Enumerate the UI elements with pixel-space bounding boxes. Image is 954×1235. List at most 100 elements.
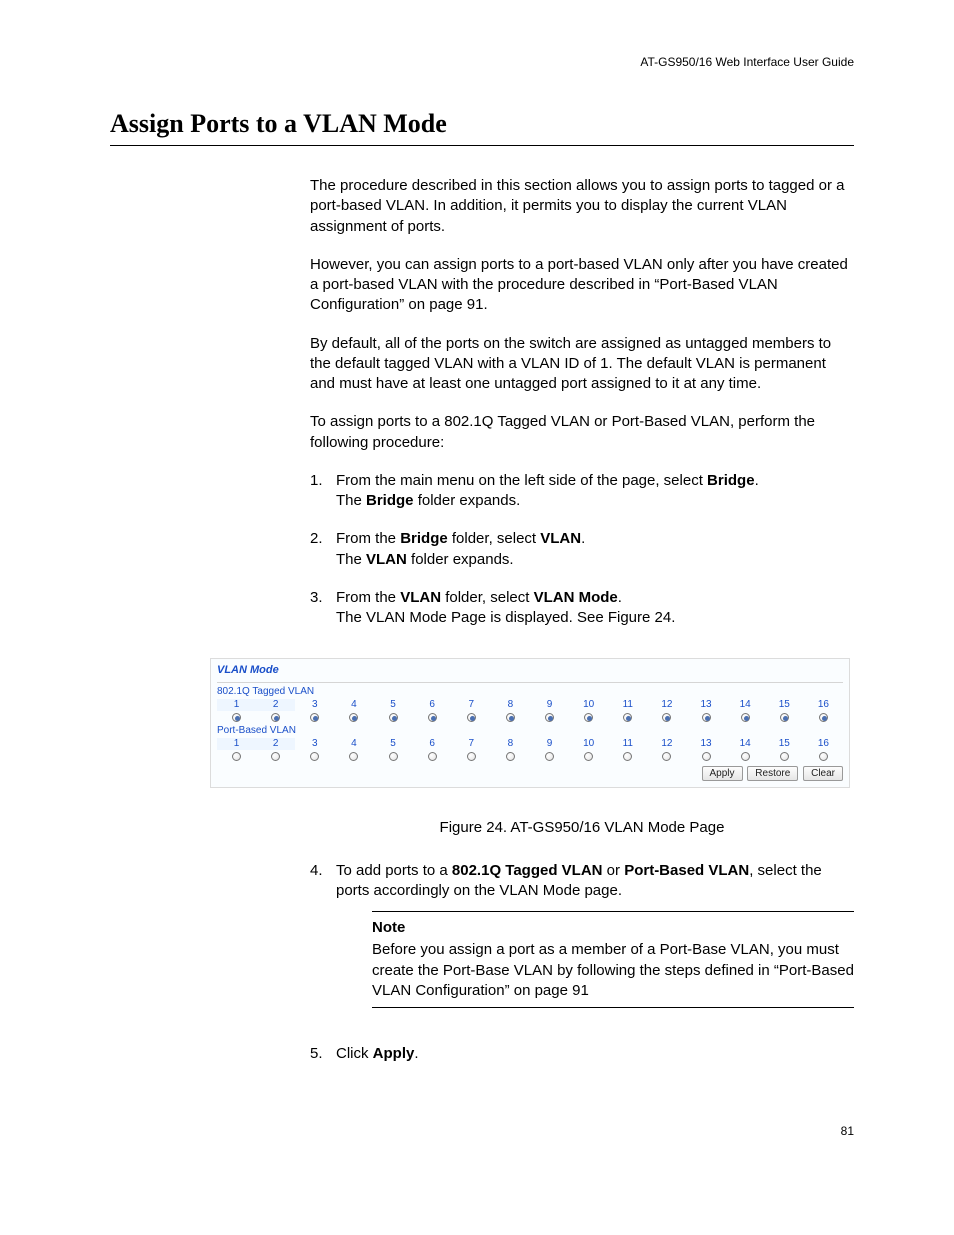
port-radio[interactable] (413, 712, 452, 723)
port-radio[interactable] (217, 712, 256, 723)
port-radio[interactable] (765, 712, 804, 723)
port-radio[interactable] (726, 712, 765, 723)
port-radio[interactable] (804, 751, 843, 762)
port-header-cell: 9 (530, 699, 569, 711)
radio-unselected-icon (662, 752, 671, 761)
port-radio[interactable] (413, 751, 452, 762)
radio-unselected-icon (819, 752, 828, 761)
step-3: 3. From the VLAN folder, select VLAN Mod… (310, 588, 854, 629)
port-header-cell: 16 (804, 738, 843, 750)
port-radio[interactable] (804, 712, 843, 723)
vlan-mode-panel: VLAN Mode 802.1Q Tagged VLAN 12345678910… (210, 658, 850, 788)
vlan-button-row: Apply Restore Clear (217, 766, 843, 781)
port-radio[interactable] (217, 751, 256, 762)
radio-selected-icon (819, 713, 828, 722)
port-radio[interactable] (569, 751, 608, 762)
step-5: 5. Click Apply. (310, 1044, 854, 1064)
port-radio[interactable] (295, 751, 334, 762)
port-radio[interactable] (334, 712, 373, 723)
body-column: The procedure described in this section … (310, 176, 854, 628)
radio-selected-icon (662, 713, 671, 722)
port-radio[interactable] (374, 751, 413, 762)
port-radio[interactable] (608, 751, 647, 762)
port-header-cell: 11 (608, 738, 647, 750)
portbased-radio-row (217, 751, 843, 762)
port-radio[interactable] (569, 712, 608, 723)
page-title: Assign Ports to a VLAN Mode (110, 109, 854, 146)
radio-unselected-icon (310, 752, 319, 761)
port-radio[interactable] (452, 712, 491, 723)
port-header-cell: 14 (726, 738, 765, 750)
port-header-cell: 5 (374, 738, 413, 750)
procedure-steps: 1. From the main menu on the left side o… (310, 471, 854, 629)
radio-unselected-icon (741, 752, 750, 761)
port-header-cell: 3 (295, 699, 334, 711)
port-radio[interactable] (647, 712, 686, 723)
page: AT-GS950/16 Web Interface User Guide Ass… (0, 0, 954, 1188)
step-number: 5. (310, 1044, 336, 1064)
port-header-cell: 4 (334, 699, 373, 711)
radio-unselected-icon (467, 752, 476, 761)
port-header-cell: 7 (452, 699, 491, 711)
port-header-cell: 1 (217, 738, 256, 750)
radio-unselected-icon (623, 752, 632, 761)
port-radio[interactable] (647, 751, 686, 762)
port-radio[interactable] (374, 712, 413, 723)
radio-selected-icon (623, 713, 632, 722)
apply-button[interactable]: Apply (702, 766, 743, 781)
port-header-cell: 12 (647, 699, 686, 711)
port-header-cell: 15 (765, 738, 804, 750)
radio-unselected-icon (584, 752, 593, 761)
port-radio[interactable] (530, 712, 569, 723)
port-radio[interactable] (608, 712, 647, 723)
radio-selected-icon (584, 713, 593, 722)
radio-selected-icon (428, 713, 437, 722)
page-number: 81 (110, 1124, 854, 1138)
radio-unselected-icon (232, 752, 241, 761)
port-header-cell: 15 (765, 699, 804, 711)
body-column-lower: Figure 24. AT-GS950/16 VLAN Mode Page 4.… (310, 818, 854, 1064)
port-header-cell: 14 (726, 699, 765, 711)
port-radio[interactable] (295, 712, 334, 723)
radio-unselected-icon (545, 752, 554, 761)
port-header-cell: 13 (687, 699, 726, 711)
port-radio[interactable] (530, 751, 569, 762)
figure-caption: Figure 24. AT-GS950/16 VLAN Mode Page (310, 818, 854, 838)
header-doc-title: AT-GS950/16 Web Interface User Guide (110, 55, 854, 69)
port-header-cell: 7 (452, 738, 491, 750)
port-radio[interactable] (491, 712, 530, 723)
port-radio[interactable] (491, 751, 530, 762)
port-radio[interactable] (687, 712, 726, 723)
radio-selected-icon (702, 713, 711, 722)
tagged-radio-row (217, 712, 843, 723)
clear-button[interactable]: Clear (803, 766, 843, 781)
port-radio[interactable] (765, 751, 804, 762)
restore-button[interactable]: Restore (747, 766, 798, 781)
vlan-mode-figure: VLAN Mode 802.1Q Tagged VLAN 12345678910… (210, 658, 850, 788)
radio-unselected-icon (428, 752, 437, 761)
port-radio[interactable] (687, 751, 726, 762)
radio-unselected-icon (780, 752, 789, 761)
port-radio[interactable] (334, 751, 373, 762)
step-2: 2. From the Bridge folder, select VLAN. … (310, 529, 854, 570)
port-radio[interactable] (726, 751, 765, 762)
radio-selected-icon (467, 713, 476, 722)
port-radio[interactable] (256, 751, 295, 762)
note-bottom-rule (372, 1007, 854, 1008)
step-4: 4. To add ports to a 802.1Q Tagged VLAN … (310, 861, 854, 1027)
radio-selected-icon (741, 713, 750, 722)
vlan-panel-title: VLAN Mode (217, 662, 843, 683)
port-header-cell: 3 (295, 738, 334, 750)
port-radio[interactable] (256, 712, 295, 723)
vlan-section-portbased-label: Port-Based VLAN (217, 725, 843, 736)
step-number: 1. (310, 471, 336, 512)
port-header-cell: 9 (530, 738, 569, 750)
radio-unselected-icon (349, 752, 358, 761)
port-header-cell: 12 (647, 738, 686, 750)
step-number: 4. (310, 861, 336, 1027)
step-number: 3. (310, 588, 336, 629)
port-radio[interactable] (452, 751, 491, 762)
port-header-cell: 6 (413, 699, 452, 711)
intro-paragraph-1: The procedure described in this section … (310, 176, 854, 237)
port-header-cell: 16 (804, 699, 843, 711)
